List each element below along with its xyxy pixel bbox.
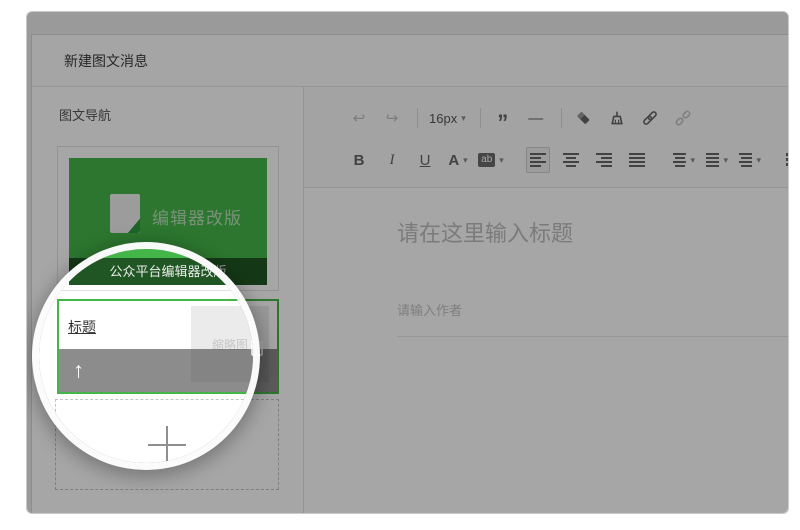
ordered-list-dropdown[interactable]: ▾ [785, 147, 789, 173]
indent-icon [739, 153, 752, 167]
align-justify-button[interactable] [625, 147, 649, 173]
toolbar-row-1: ↩ ↪ 16px ▾ ” — [347, 97, 789, 139]
toolbar-row-2: B I U A ▾ ab ▾ [347, 139, 789, 181]
new-article-modal: 新建图文消息 图文导航 编辑器改版 公众平台编辑器改版 标题 缩略图 [31, 34, 789, 514]
move-up-icon[interactable]: ↑ [73, 359, 84, 381]
chevron-down-icon: ▾ [723, 155, 728, 166]
article-2-hover-bar: ↑ [59, 349, 277, 392]
chevron-down-icon: ▾ [461, 113, 466, 124]
align-right-button[interactable] [592, 147, 616, 173]
sidebar-heading: 图文导航 [59, 105, 303, 124]
delete-article-icon[interactable] [249, 338, 265, 356]
chevron-down-icon: ▾ [756, 155, 761, 166]
indent-dropdown[interactable]: ▾ [738, 147, 762, 173]
blockquote-button[interactable]: ” [491, 105, 515, 131]
redo-button[interactable]: ↪ [380, 105, 404, 131]
font-size-dropdown[interactable]: 16px ▾ [428, 105, 467, 131]
editor-main: ↩ ↪ 16px ▾ ” — [304, 87, 789, 514]
editor-toolbar: ↩ ↪ 16px ▾ ” — [304, 87, 789, 188]
article-item-1[interactable]: 编辑器改版 公众平台编辑器改版 [57, 146, 279, 291]
italic-button[interactable]: I [380, 147, 404, 173]
letter-spacing-icon [706, 153, 719, 167]
align-center-button[interactable] [559, 147, 583, 173]
align-left-button[interactable] [526, 147, 550, 173]
letter-spacing-dropdown[interactable]: ▾ [705, 147, 729, 173]
article-1-cover-image[interactable]: 编辑器改版 公众平台编辑器改版 [69, 158, 267, 285]
align-justify-icon [629, 153, 645, 167]
ordered-list-icon [786, 153, 789, 167]
font-color-dropdown[interactable]: A ▾ [446, 147, 470, 173]
align-left-icon [530, 153, 546, 167]
author-placeholder[interactable]: 请输入作者 [397, 300, 789, 319]
horizontal-rule-button[interactable]: — [524, 105, 548, 131]
author-divider [397, 336, 789, 337]
line-height-icon [673, 153, 686, 167]
toolbar-separator [480, 108, 481, 128]
screenshot-frame: 新建图文消息 图文导航 编辑器改版 公众平台编辑器改版 标题 缩略图 [26, 11, 789, 514]
editor-content-area[interactable]: 请在这里输入标题 请输入作者 [304, 188, 789, 514]
underline-button[interactable]: U [413, 147, 437, 173]
plus-icon[interactable] [148, 426, 186, 464]
unlink-button[interactable] [671, 105, 695, 131]
article-1-caption: 公众平台编辑器改版 [69, 258, 267, 285]
link-button[interactable] [638, 105, 662, 131]
toolbar-separator [417, 108, 418, 128]
article-item-2-selected[interactable]: 标题 缩略图 ↑ [57, 299, 279, 394]
eraser-button[interactable] [572, 105, 596, 131]
toolbar-separator [561, 108, 562, 128]
chevron-down-icon: ▾ [499, 155, 504, 166]
line-height-dropdown[interactable]: ▾ [672, 147, 696, 173]
align-center-icon [563, 153, 579, 167]
title-placeholder[interactable]: 请在这里输入标题 [397, 216, 789, 248]
undo-button[interactable]: ↩ [347, 105, 371, 131]
chevron-down-icon: ▾ [690, 155, 695, 166]
align-right-icon [596, 153, 612, 167]
add-article-dropzone[interactable] [55, 399, 279, 490]
pencil-page-icon [110, 194, 140, 233]
clear-format-brush-button[interactable] [605, 105, 629, 131]
article-nav-sidebar: 图文导航 编辑器改版 公众平台编辑器改版 标题 缩略图 ↑ [32, 87, 304, 514]
cover-title-text: 编辑器改版 [152, 204, 242, 229]
bold-button[interactable]: B [347, 147, 371, 173]
article-2-title: 标题 [68, 317, 96, 337]
chevron-down-icon: ▾ [463, 155, 468, 166]
modal-title: 新建图文消息 [32, 35, 789, 87]
highlight-color-dropdown[interactable]: ab ▾ [479, 147, 503, 173]
